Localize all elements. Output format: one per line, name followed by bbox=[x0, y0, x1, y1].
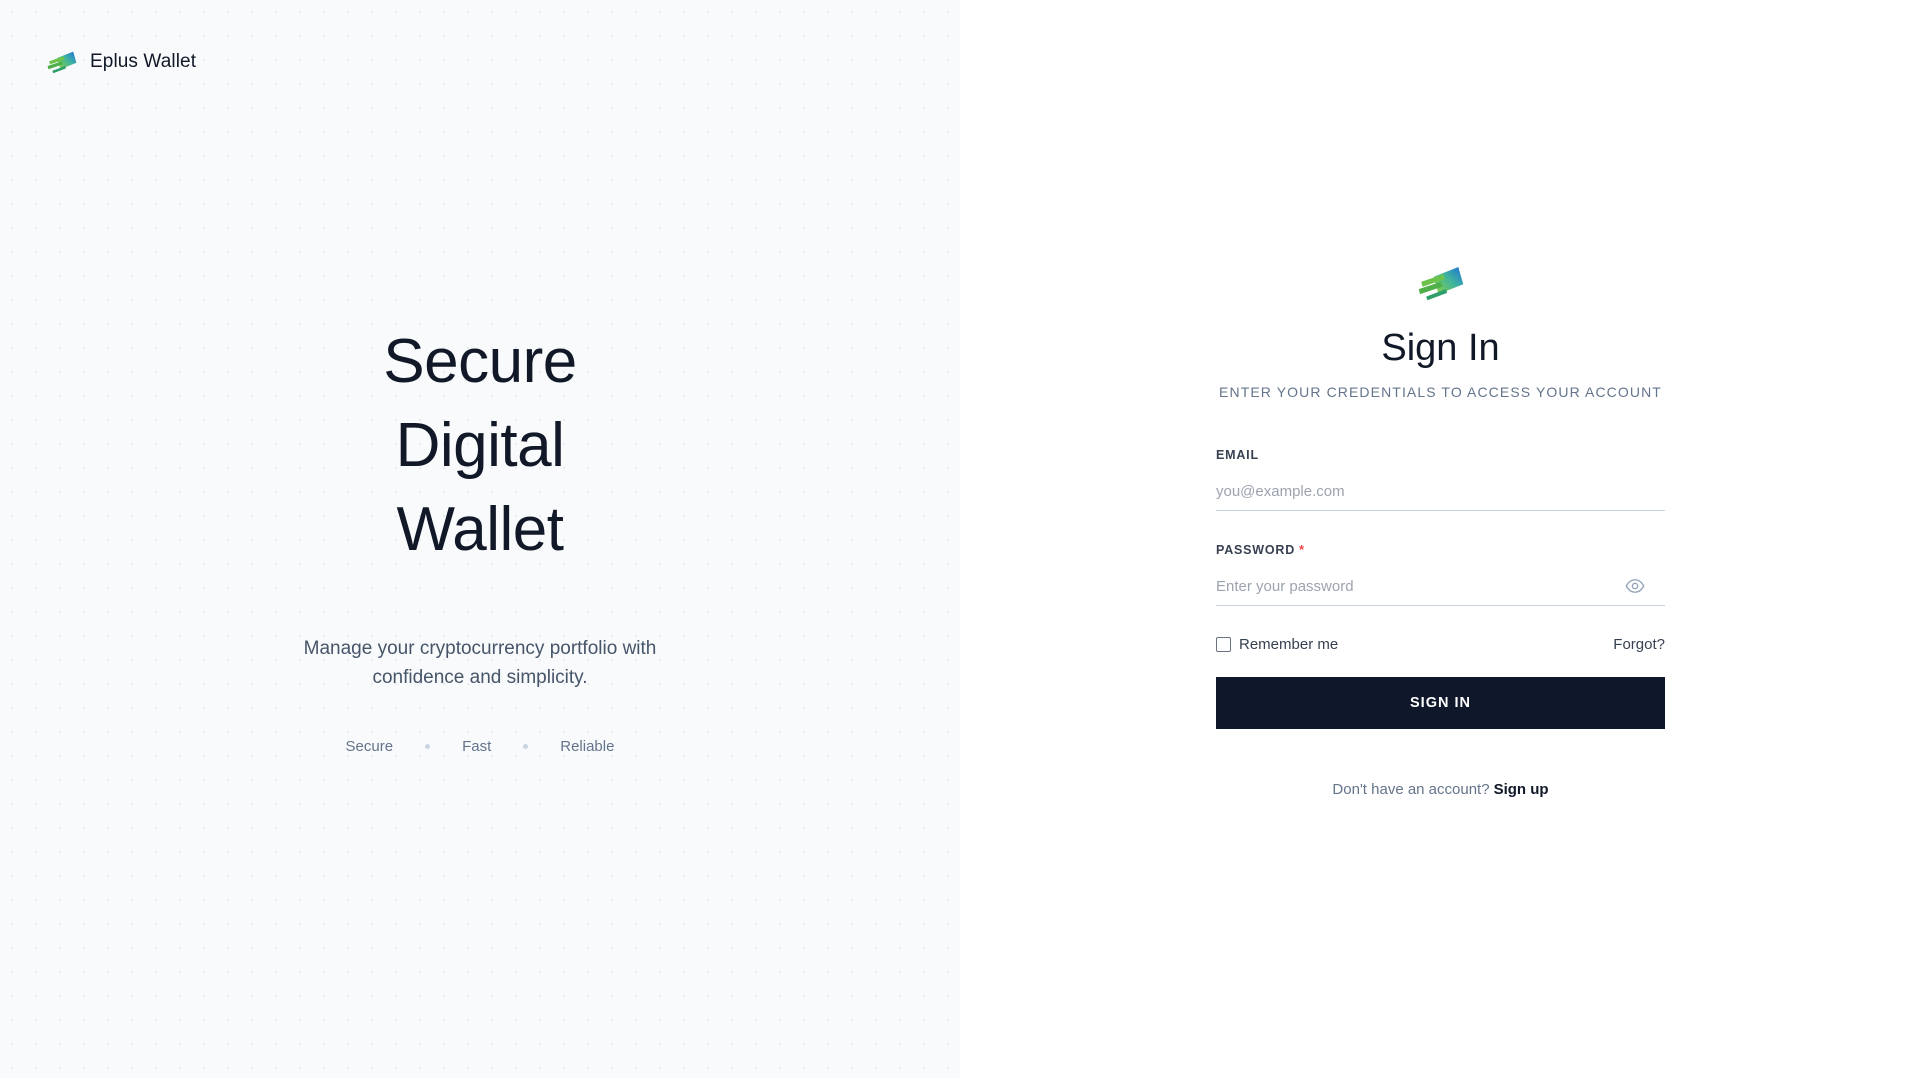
remember-label: Remember me bbox=[1239, 636, 1339, 653]
separator-dot bbox=[425, 744, 431, 749]
signin-title: Sign In bbox=[1381, 327, 1500, 369]
hero-section: Secure Digital Wallet Manage your crypto… bbox=[0, 320, 960, 755]
form-options: Remember me Forgot? bbox=[1216, 636, 1665, 653]
feature-item: Fast bbox=[462, 738, 492, 755]
email-label: EMAIL bbox=[1216, 448, 1665, 462]
forgot-password-link[interactable]: Forgot? bbox=[1613, 636, 1665, 653]
feature-item: Reliable bbox=[560, 738, 615, 755]
signin-button[interactable]: SIGN IN bbox=[1216, 677, 1665, 729]
eye-icon[interactable] bbox=[1625, 578, 1645, 594]
signup-prompt-text: Don't have an account? bbox=[1332, 781, 1490, 798]
signup-prompt: Don't have an account? Sign up bbox=[1216, 781, 1665, 798]
password-input-row bbox=[1216, 567, 1665, 606]
email-field-group: EMAIL bbox=[1216, 448, 1665, 511]
hero-title-line: Wallet bbox=[396, 495, 564, 564]
remember-me[interactable]: Remember me bbox=[1216, 636, 1338, 653]
left-panel: Eplus Wallet Secure Digital Wallet Manag… bbox=[0, 0, 960, 1078]
password-label-text: PASSWORD bbox=[1216, 543, 1296, 557]
password-field-group: PASSWORD * bbox=[1216, 543, 1665, 606]
hero-title-line: Secure bbox=[383, 327, 577, 396]
required-mark: * bbox=[1299, 543, 1305, 557]
hero-title: Secure Digital Wallet bbox=[0, 320, 960, 572]
signup-link[interactable]: Sign up bbox=[1494, 781, 1549, 798]
email-label-text: EMAIL bbox=[1216, 448, 1259, 462]
form-logo bbox=[1216, 262, 1665, 304]
right-panel: Sign In ENTER YOUR CREDENTIALS TO ACCESS… bbox=[960, 0, 1918, 1078]
separator-dot bbox=[523, 744, 529, 749]
remember-checkbox[interactable] bbox=[1216, 637, 1231, 652]
feature-list: Secure Fast Reliable bbox=[0, 738, 960, 755]
brand-name: Eplus Wallet bbox=[90, 51, 197, 72]
brand-header[interactable]: Eplus Wallet bbox=[46, 48, 196, 76]
hero-subtitle: Manage your cryptocurrency portfolio wit… bbox=[303, 638, 657, 688]
password-input[interactable] bbox=[1216, 567, 1665, 605]
password-label: PASSWORD * bbox=[1216, 543, 1665, 557]
wallet-logo-icon bbox=[47, 51, 77, 74]
feature-item: Secure bbox=[345, 738, 394, 755]
email-input-row bbox=[1216, 472, 1665, 511]
hero-title-line: Digital bbox=[395, 411, 565, 480]
email-input[interactable] bbox=[1216, 472, 1665, 510]
signin-form: Sign In ENTER YOUR CREDENTIALS TO ACCESS… bbox=[1216, 262, 1665, 798]
signin-subtitle: ENTER YOUR CREDENTIALS TO ACCESS YOUR AC… bbox=[1219, 384, 1662, 400]
wallet-logo-icon bbox=[1418, 266, 1463, 301]
